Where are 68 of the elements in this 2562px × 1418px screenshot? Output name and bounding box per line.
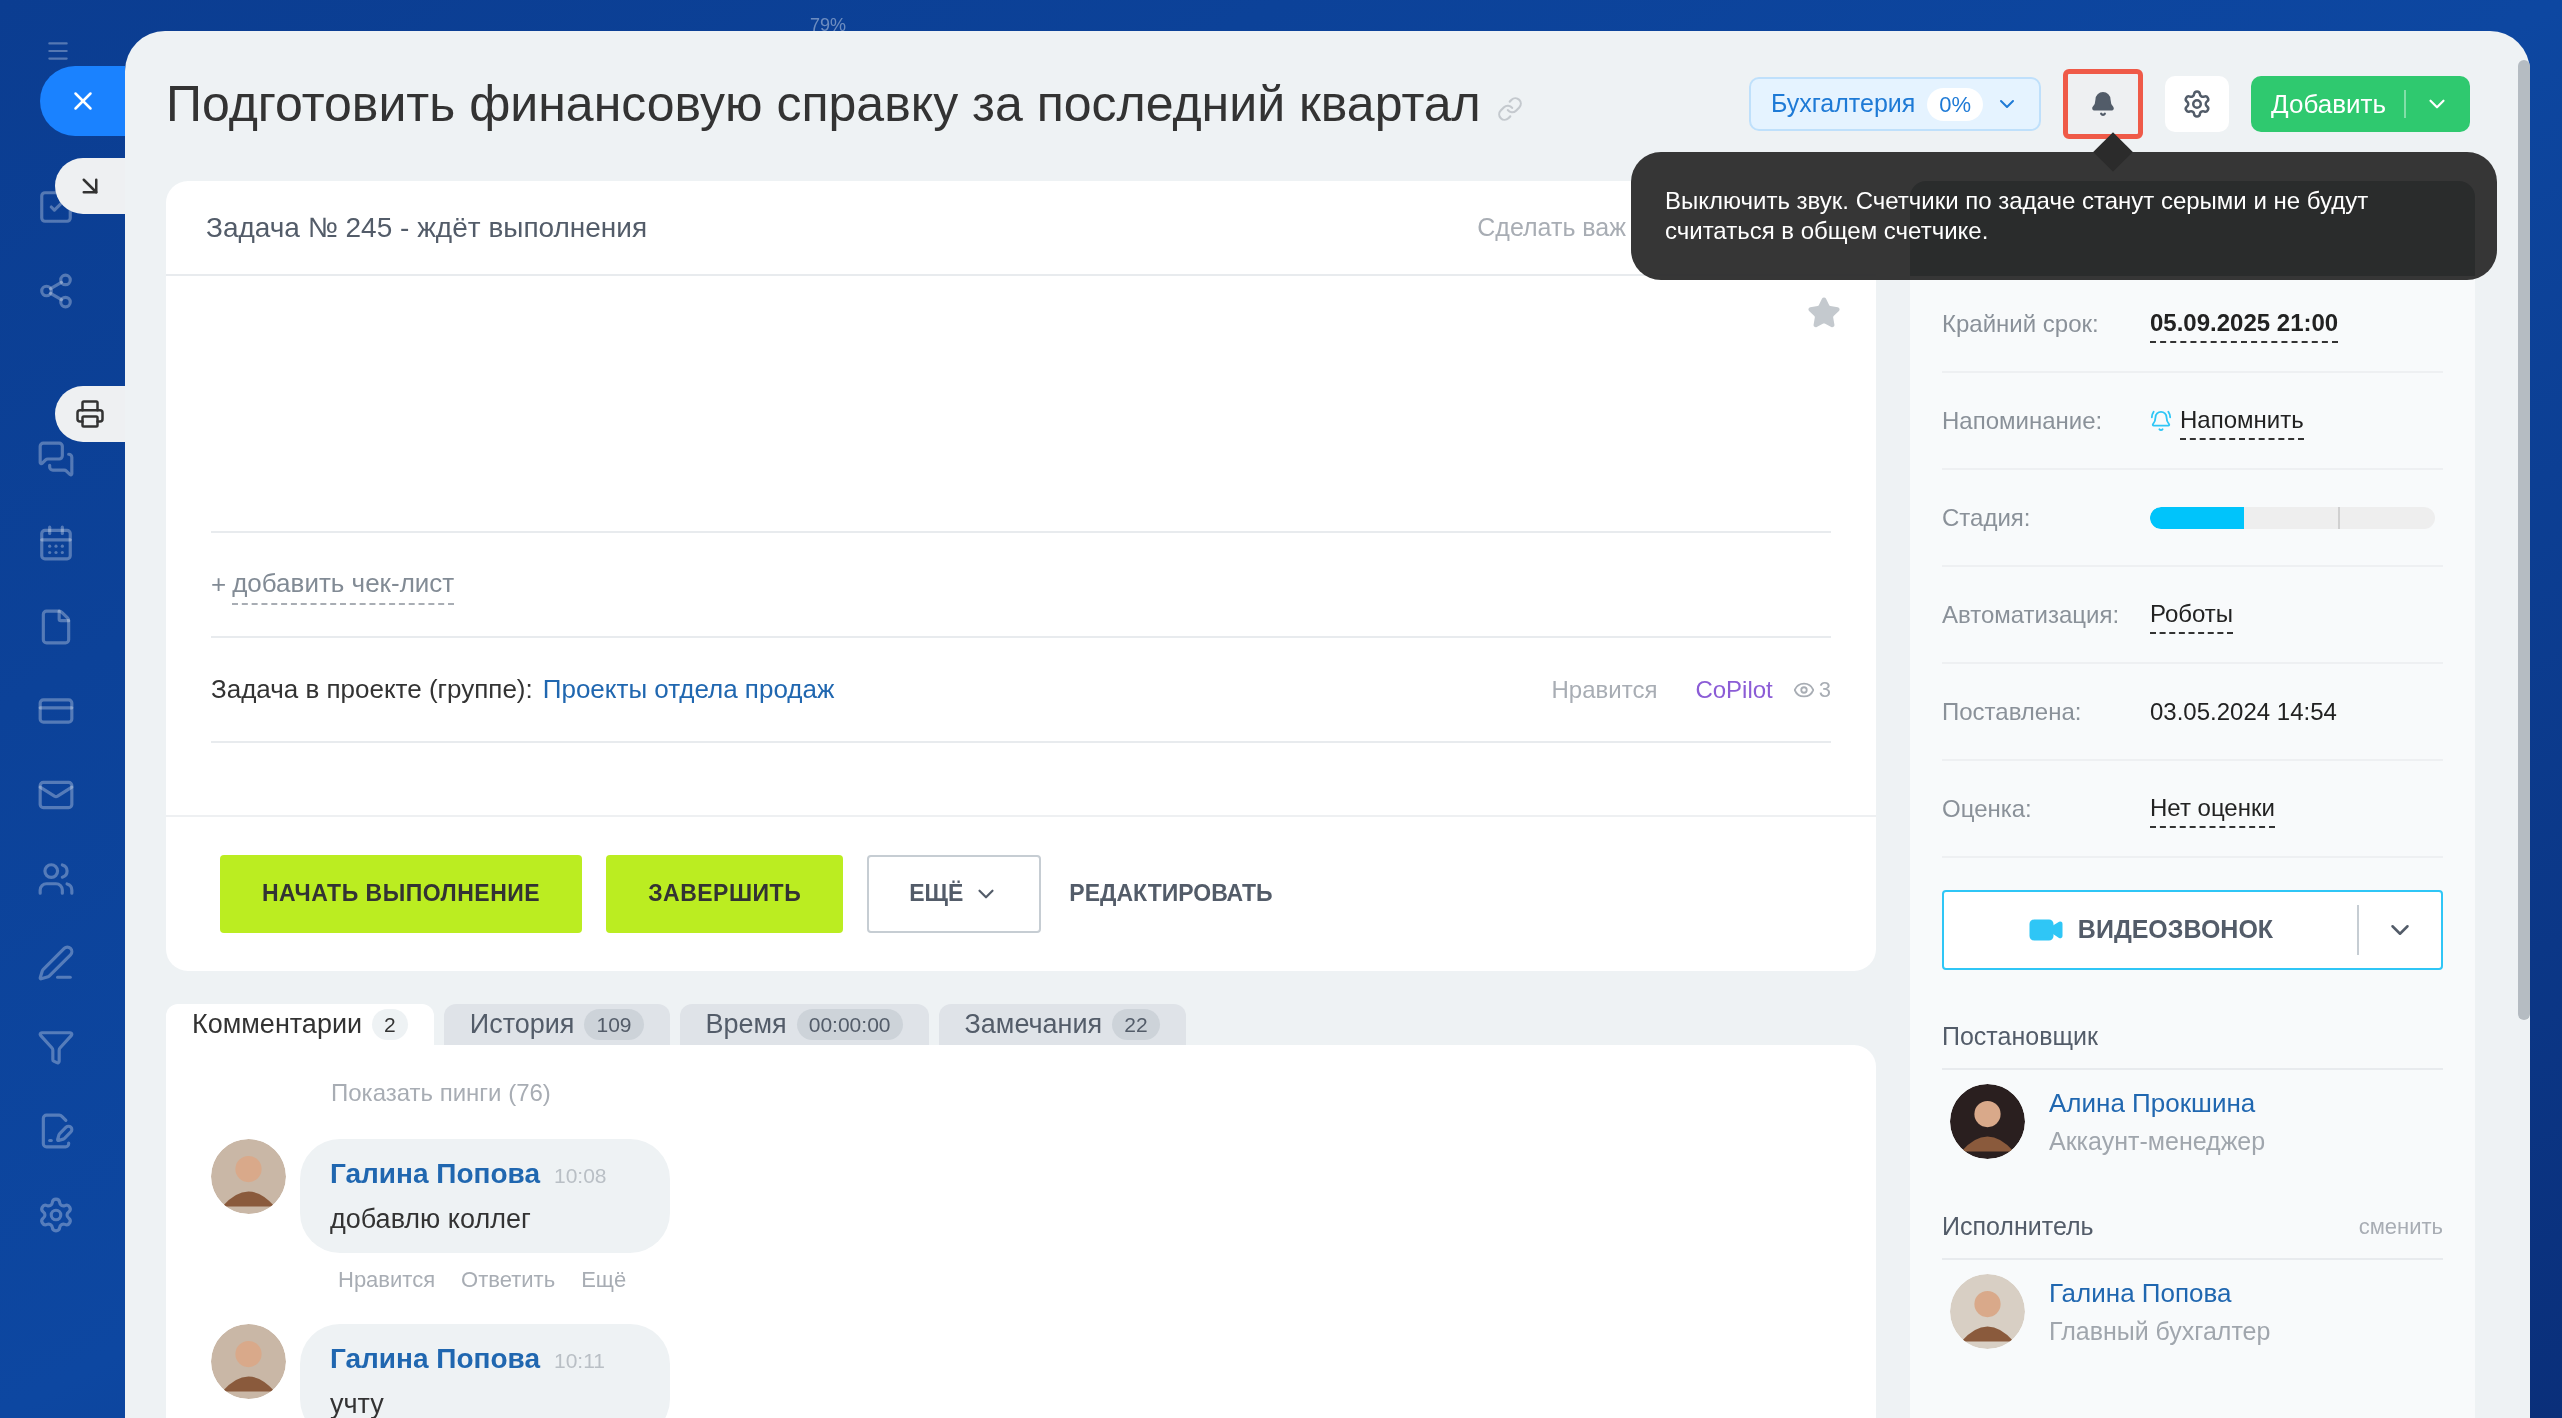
project-label: Задача в проекте (группе): — [211, 673, 533, 706]
video-call-button[interactable]: ВИДЕОЗВОНОК — [1942, 890, 2443, 970]
tab-count: 22 — [1112, 1008, 1160, 1040]
printer-icon — [75, 399, 105, 429]
person-name[interactable]: Галина Попова — [2049, 1273, 2271, 1313]
tab[interactable]: Время 00:00:00 — [679, 1004, 929, 1045]
more-button[interactable]: ЕЩЁ — [867, 854, 1042, 933]
field-link[interactable]: Роботы — [2150, 595, 2234, 634]
stage-bar[interactable] — [2150, 506, 2435, 529]
tab-count: 00:00:00 — [796, 1008, 903, 1040]
person-position: Аккаунт-менеджер — [2049, 1125, 2266, 1157]
print-button[interactable] — [55, 386, 125, 442]
action-button[interactable]: НАЧАТЬ ВЫПОЛНЕНИЕ — [220, 854, 583, 933]
edit-button[interactable]: РЕДАКТИРОВАТЬ — [1065, 854, 1277, 933]
avatar-icon — [1950, 1274, 2025, 1350]
field-label: Поставлена: — [1942, 696, 2083, 727]
star-icon[interactable] — [1807, 296, 1841, 330]
field-label: Напоминание: — [1942, 405, 2104, 436]
avatar-icon — [211, 1324, 286, 1399]
view-count: 3 — [1818, 676, 1831, 704]
person-name[interactable]: Алина Прокшина — [2049, 1083, 2266, 1123]
avatar-icon — [211, 1138, 286, 1214]
task-status: Задача № 245 - ждёт выполнения — [206, 210, 648, 245]
field-value: 03.05.2024 14:54 — [2150, 696, 2337, 727]
add-checklist-link[interactable]: добавить чек-лист — [232, 564, 455, 605]
role-heading: Исполнитель — [1942, 1211, 2094, 1242]
task-title: Подготовить финансовую справку за последний квартал — [166, 74, 1481, 134]
tab-count: 109 — [584, 1008, 644, 1040]
tab[interactable]: Комментарии 2 — [166, 1004, 434, 1045]
field-label: Стадия: — [1942, 502, 2032, 533]
users-icon[interactable] — [36, 860, 75, 898]
field-label: Оценка: — [1942, 793, 2033, 824]
group-percent: 0% — [1927, 87, 1984, 121]
comment-author[interactable]: Галина Попова — [330, 1338, 540, 1380]
backdrop-text: 79% — [810, 14, 847, 37]
copilot-link[interactable]: CoPilot — [1695, 671, 1773, 708]
filter-icon[interactable] — [36, 1028, 75, 1066]
pen-icon[interactable] — [36, 944, 75, 982]
project-link[interactable]: Проекты отдела продаж — [542, 670, 835, 709]
person-position: Главный бухгалтер — [2049, 1315, 2271, 1347]
settings-button[interactable] — [2165, 76, 2230, 132]
scrollbar[interactable] — [2518, 60, 2530, 1020]
comment-text: учту — [330, 1388, 385, 1418]
group-selector[interactable]: Бухгалтерия 0% — [1748, 77, 2042, 131]
bell-icon — [2150, 409, 2172, 432]
minimize-button[interactable] — [55, 158, 125, 214]
bell-icon — [2090, 91, 2117, 117]
deadline-value[interactable]: 05.09.2025 21:00 — [2150, 304, 2339, 343]
mute-button[interactable] — [2063, 69, 2144, 139]
link-icon[interactable] — [1496, 96, 1523, 122]
tab-count: 2 — [372, 1008, 408, 1040]
tab[interactable]: История 109 — [443, 1004, 670, 1045]
comment-text: добавлю коллег — [330, 1202, 532, 1236]
video-call-label: ВИДЕОЗВОНОК — [2077, 914, 2274, 946]
action-button[interactable]: ЗАВЕРШИТЬ — [606, 854, 844, 933]
field-label: Автоматизация: — [1942, 599, 2121, 630]
reminder-link[interactable]: Напомнить — [2180, 401, 2304, 440]
role-heading: Постановщик — [1942, 1021, 2098, 1052]
comment-author[interactable]: Галина Попова — [330, 1152, 540, 1195]
tab[interactable]: Замечания 22 — [938, 1004, 1186, 1045]
tooltip-text: Выключить звук. Счетчики по задаче станут серыми и не будут считаться в общем счетчике. — [1665, 186, 2370, 246]
avatar-icon — [1950, 1084, 2025, 1160]
settings-icon — [2182, 89, 2213, 119]
plus-sign: + — [211, 568, 227, 601]
field-link[interactable]: Нет оценки — [2150, 789, 2275, 828]
close-button[interactable] — [40, 66, 125, 136]
chat-icon[interactable] — [36, 440, 75, 478]
field-label: Крайний срок: — [1942, 308, 2100, 339]
